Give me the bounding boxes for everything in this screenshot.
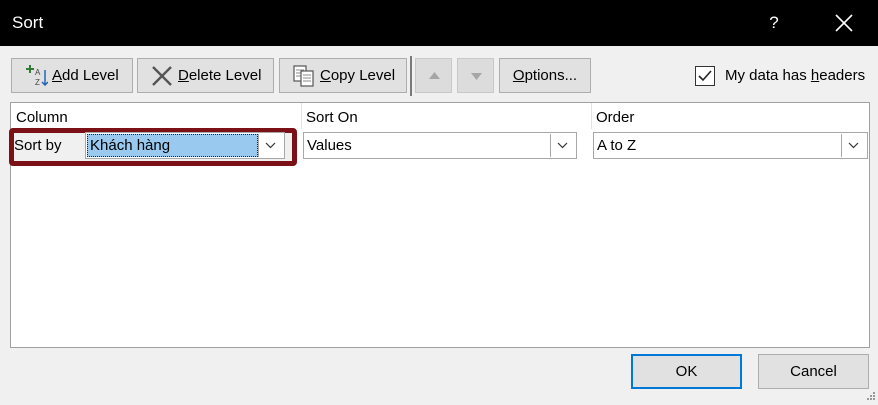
- add-level-label: Add Level: [52, 67, 119, 84]
- delete-level-button[interactable]: Delete Level: [137, 58, 274, 93]
- sort-levels-grid: Column Sort On Order Sort by Khách hàng …: [9, 102, 870, 348]
- column-header-column: Column: [16, 109, 68, 126]
- title-bar: Sort ?: [0, 0, 878, 46]
- dialog-title: Sort: [12, 13, 44, 32]
- copy-icon: [292, 64, 316, 88]
- add-level-button[interactable]: A Z Add Level: [11, 58, 133, 93]
- sort-by-label: Sort by: [14, 137, 62, 154]
- column-select-selection: Khách hàng: [87, 134, 258, 157]
- column-select-dropdown[interactable]: [258, 134, 282, 157]
- chevron-down-icon: [848, 142, 859, 149]
- triangle-down-icon: [471, 73, 482, 80]
- sort-on-select-dropdown[interactable]: [550, 134, 574, 157]
- column-select[interactable]: Khách hàng: [85, 132, 285, 159]
- delete-level-label: Delete Level: [178, 67, 262, 84]
- copy-level-label: Copy Level: [320, 67, 396, 84]
- add-level-icon: A Z: [24, 64, 48, 88]
- delete-icon: [150, 64, 174, 88]
- ok-button[interactable]: OK: [631, 354, 742, 389]
- column-divider: [591, 103, 592, 129]
- toolbar-separator: [410, 56, 412, 96]
- order-select-value: A to Z: [597, 137, 637, 154]
- move-up-button[interactable]: [415, 58, 452, 93]
- checkmark-icon: [698, 70, 712, 82]
- options-button[interactable]: Options...: [499, 58, 591, 93]
- column-select-value: Khách hàng: [90, 137, 171, 154]
- triangle-up-icon: [429, 72, 440, 79]
- help-button[interactable]: ?: [756, 5, 792, 41]
- svg-text:Z: Z: [35, 78, 40, 87]
- close-button[interactable]: [826, 5, 862, 41]
- chevron-down-icon: [557, 142, 568, 149]
- resize-grip[interactable]: [866, 388, 876, 400]
- sort-on-select-value: Values: [307, 137, 352, 154]
- column-divider: [301, 103, 302, 129]
- column-header-order: Order: [596, 109, 635, 126]
- move-down-button[interactable]: [457, 58, 494, 93]
- order-select-dropdown[interactable]: [841, 134, 865, 157]
- order-select[interactable]: A to Z: [593, 132, 868, 159]
- column-header-sort-on: Sort On: [306, 109, 358, 126]
- close-icon: [835, 14, 853, 32]
- headers-checkbox[interactable]: [695, 66, 715, 86]
- sort-on-select[interactable]: Values: [303, 132, 577, 159]
- chevron-down-icon: [265, 142, 276, 149]
- cancel-button[interactable]: Cancel: [758, 354, 869, 389]
- svg-text:A: A: [35, 68, 41, 77]
- headers-checkbox-label[interactable]: My data has headers: [725, 67, 865, 85]
- copy-level-button[interactable]: Copy Level: [279, 58, 407, 93]
